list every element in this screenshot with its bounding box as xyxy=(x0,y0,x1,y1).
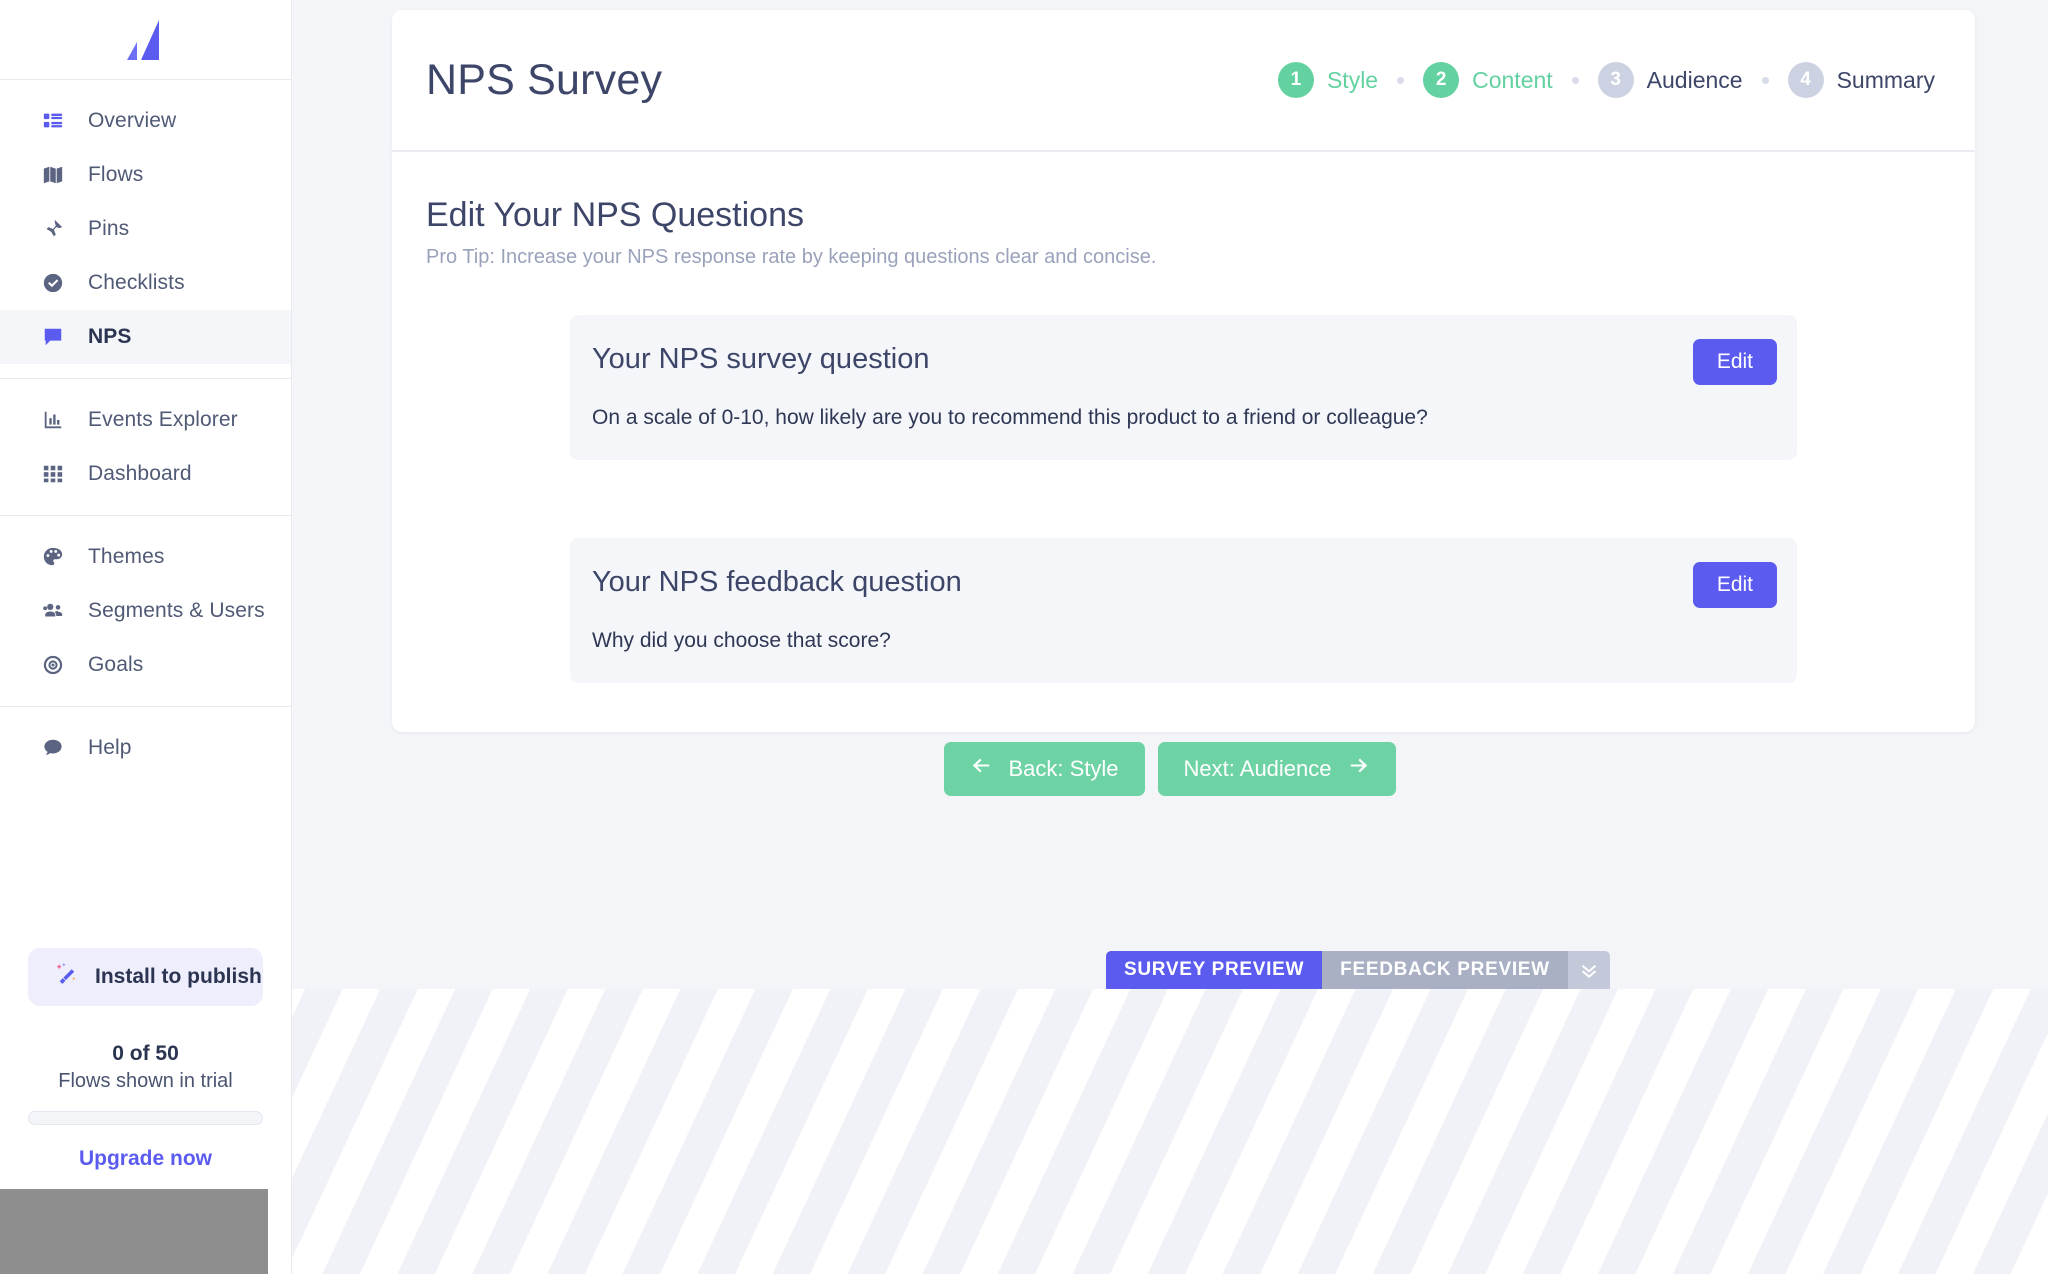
main-area: NPS Survey 1 Style 2 Content 3 Audience xyxy=(292,0,2048,1274)
step-separator-dot xyxy=(1761,76,1769,84)
question-title: Your NPS survey question xyxy=(592,343,930,375)
question-card-survey: Your NPS survey question On a scale of 0… xyxy=(570,315,1797,460)
appcues-logo[interactable] xyxy=(125,18,167,62)
step-number: 1 xyxy=(1277,62,1314,98)
arrow-right-icon xyxy=(1348,755,1370,783)
step-label: Summary xyxy=(1836,66,1935,93)
trial-progress-bar xyxy=(28,1111,263,1125)
install-to-publish-label: Install to publish xyxy=(95,965,262,988)
step-label: Audience xyxy=(1646,66,1743,93)
nav-group-analytics: Events Explorer Dashboard xyxy=(0,379,291,516)
sidebar-item-nps[interactable]: NPS xyxy=(0,310,291,364)
wizard-navigation: Back: Style Next: Audience xyxy=(292,742,2048,796)
step-number: 3 xyxy=(1597,62,1634,98)
page-title: NPS Survey xyxy=(426,55,663,104)
sidebar-item-label: Themes xyxy=(88,545,165,568)
chat-icon xyxy=(40,735,66,761)
section-title: Edit Your NPS Questions xyxy=(426,196,805,234)
step-separator-dot xyxy=(1397,76,1405,84)
step-style[interactable]: 1 Style xyxy=(1277,62,1379,98)
magic-wand-icon xyxy=(54,962,79,992)
nav-group-help: Help xyxy=(0,707,291,789)
question-text: Why did you choose that score? xyxy=(592,629,891,652)
back-style-label: Back: Style xyxy=(1008,756,1119,781)
sidebar-item-label: Checklists xyxy=(88,271,185,294)
step-summary[interactable]: 4 Summary xyxy=(1787,62,1935,98)
sidebar-item-label: NPS xyxy=(88,325,132,348)
edit-feedback-question-button[interactable]: Edit xyxy=(1692,562,1777,608)
sidebar-item-checklists[interactable]: Checklists xyxy=(0,256,291,310)
section-subtitle: Pro Tip: Increase your NPS response rate… xyxy=(426,246,1157,268)
double-chevron-down-icon[interactable] xyxy=(1567,951,1610,989)
nav-group-config: Themes Segments & Users Goals xyxy=(0,516,291,707)
pin-icon xyxy=(40,216,66,242)
sidebar-item-overview[interactable]: Overview xyxy=(0,94,291,148)
grid-icon xyxy=(40,461,66,487)
next-audience-button[interactable]: Next: Audience xyxy=(1157,742,1396,796)
sidebar-item-label: Help xyxy=(88,736,132,759)
next-audience-label: Next: Audience xyxy=(1183,756,1332,781)
content-card: Edit Your NPS Questions Pro Tip: Increas… xyxy=(392,152,1975,732)
sidebar-item-pins[interactable]: Pins xyxy=(0,202,291,256)
sidebar-item-segments-users[interactable]: Segments & Users xyxy=(0,584,291,638)
sidebar-item-events-explorer[interactable]: Events Explorer xyxy=(0,393,291,447)
step-label: Style xyxy=(1326,66,1379,93)
users-icon xyxy=(40,598,66,624)
tab-feedback-preview[interactable]: FEEDBACK PREVIEW xyxy=(1322,951,1568,989)
step-label: Content xyxy=(1472,66,1553,93)
sidebar-item-label: Dashboard xyxy=(88,462,192,485)
question-list: Your NPS survey question On a scale of 0… xyxy=(426,315,1941,683)
step-separator-dot xyxy=(1571,76,1579,84)
trial-count: 0 of 50 xyxy=(112,1042,179,1065)
check-circle-icon xyxy=(40,270,66,296)
bar-chart-icon xyxy=(40,407,66,433)
target-icon xyxy=(40,652,66,678)
step-indicator: 1 Style 2 Content 3 Audience 4 Summary xyxy=(1277,62,1935,98)
question-card-feedback: Your NPS feedback question Why did you c… xyxy=(570,538,1797,683)
logo-area xyxy=(0,0,291,80)
sidebar-item-label: Pins xyxy=(88,217,130,240)
tab-survey-preview[interactable]: SURVEY PREVIEW xyxy=(1106,951,1323,989)
list-icon xyxy=(40,108,66,134)
step-number: 4 xyxy=(1787,62,1824,98)
preview-tab-bar: SURVEY PREVIEW FEEDBACK PREVIEW xyxy=(1106,951,1610,989)
speech-bubble-icon xyxy=(40,324,66,350)
sidebar-item-label: Segments & Users xyxy=(88,599,265,622)
sidebar-item-dashboard[interactable]: Dashboard xyxy=(0,447,291,501)
edit-survey-question-button[interactable]: Edit xyxy=(1692,339,1777,385)
sidebar-item-goals[interactable]: Goals xyxy=(0,638,291,692)
step-number: 2 xyxy=(1423,62,1460,98)
sidebar-bottom-placeholder xyxy=(0,1189,268,1274)
preview-stage: Ask Me Later On a scale of 0-10, how lik… xyxy=(292,989,2048,1274)
sidebar-item-label: Events Explorer xyxy=(88,408,238,431)
trial-subtitle: Flows shown in trial xyxy=(58,1070,233,1092)
back-style-button[interactable]: Back: Style xyxy=(944,742,1145,796)
sidebar-item-flows[interactable]: Flows xyxy=(0,148,291,202)
page-header-card: NPS Survey 1 Style 2 Content 3 Audience xyxy=(392,10,1975,150)
sidebar-item-label: Flows xyxy=(88,163,144,186)
palette-icon xyxy=(40,544,66,570)
nav-group-primary: Overview Flows Pins Checklists NPS xyxy=(0,80,291,379)
question-text: On a scale of 0-10, how likely are you t… xyxy=(592,406,1428,429)
sidebar: Overview Flows Pins Checklists NPS Event… xyxy=(0,0,292,1274)
sidebar-item-label: Overview xyxy=(88,109,177,132)
sidebar-item-themes[interactable]: Themes xyxy=(0,530,291,584)
install-to-publish-button[interactable]: Install to publish xyxy=(28,948,263,1006)
app-root: Overview Flows Pins Checklists NPS Event… xyxy=(0,0,2048,1274)
upgrade-now-link[interactable]: Upgrade now xyxy=(0,1147,291,1171)
sidebar-item-help[interactable]: Help xyxy=(0,721,291,775)
map-icon xyxy=(40,162,66,188)
step-audience[interactable]: 3 Audience xyxy=(1597,62,1743,98)
arrow-left-icon xyxy=(970,755,992,783)
question-title: Your NPS feedback question xyxy=(592,566,962,598)
sidebar-item-label: Goals xyxy=(88,653,144,676)
step-content[interactable]: 2 Content xyxy=(1423,62,1553,98)
